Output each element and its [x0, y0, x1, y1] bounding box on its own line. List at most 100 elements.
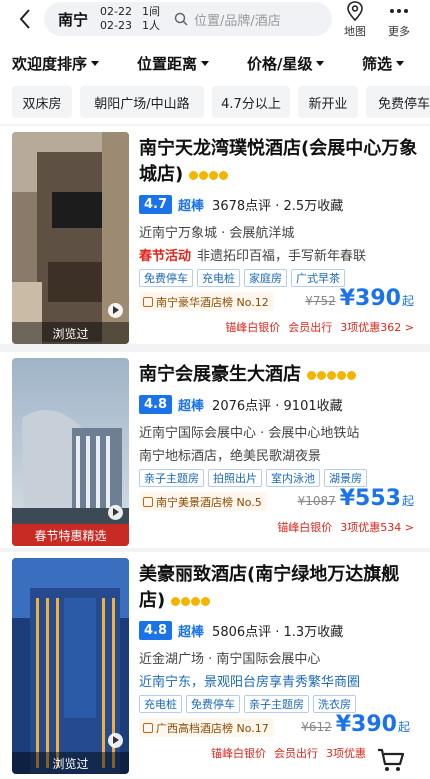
price-block[interactable]: ¥612 ¥390 起 — [301, 712, 410, 737]
rating-row: 4.8 超棒 5806点评 · 1.3万收藏 — [139, 620, 343, 640]
score-badge: 4.8 — [139, 394, 173, 414]
benefits-row[interactable]: 锚峰白银价 会员出行 3项优惠 — [203, 745, 366, 761]
benefit-item: 3项优惠362 > — [340, 321, 414, 334]
sort-distance-label: 位置距离 — [137, 55, 198, 73]
score-label: 超棒 — [178, 624, 205, 640]
tag: 亲子主题房 — [244, 695, 309, 713]
hotel-name: 南宁天龙湾璞悦酒店(会展中心万象城店) — [139, 136, 419, 188]
tag-list: 充电桩 免费停车 亲子主题房 洗衣房 — [139, 695, 360, 713]
star-rating-icon — [189, 162, 229, 188]
benefit-item: 会员出行 — [274, 747, 318, 760]
location-text: 近金湖广场 · 南宁国际会展中心 — [139, 652, 321, 667]
map-label: 地图 — [344, 25, 366, 38]
star-rating-icon — [171, 588, 211, 614]
benefits-row[interactable]: 锚峰白银价 3项优惠534 > — [269, 519, 414, 535]
price-block[interactable]: ¥1087 ¥553 起 — [298, 486, 414, 511]
chip-area[interactable]: 朝阳广场/中山路 — [80, 86, 204, 118]
price-suffix: 起 — [401, 494, 414, 508]
map-pin-icon — [347, 1, 363, 22]
search-icon — [174, 12, 188, 26]
score-label: 超棒 — [178, 198, 205, 214]
sort-filter-label: 筛选 — [362, 55, 393, 73]
hotel-card[interactable]: 浏览过 美豪丽致酒店(南宁绿地万达旗舰店) 4.8 超棒 5806点评 · 1.… — [0, 552, 430, 779]
review-count: 5806点评 · 1.3万收藏 — [212, 624, 344, 640]
tag: 广式早茶 — [291, 269, 345, 287]
rating-row: 4.8 超棒 2076点评 · 9101收藏 — [139, 394, 343, 414]
score-badge: 4.7 — [139, 194, 173, 214]
search-input[interactable]: 位置/品牌/酒店 — [194, 10, 281, 29]
tag: 洗衣房 — [313, 695, 356, 713]
rank-text: 南宁美景酒店榜 No.5 — [156, 495, 262, 509]
ranking-icon — [143, 496, 153, 507]
price-block[interactable]: ¥752 ¥390 起 — [305, 286, 414, 311]
hotel-name-text: 南宁天龙湾璞悦酒店(会展中心万象城店) — [139, 138, 418, 185]
price-suffix: 起 — [397, 720, 410, 734]
chip-twin-room[interactable]: 双床房 — [12, 86, 72, 118]
review-count: 2076点评 · 9101收藏 — [212, 398, 343, 414]
chip-free-parking[interactable]: 免费停车 — [366, 86, 430, 118]
sort-popularity[interactable]: 欢迎度排序 — [12, 53, 100, 74]
search-bar[interactable]: 南宁 02-22 02-23 1间 1人 位置/品牌/酒店 — [44, 2, 332, 36]
hotel-card[interactable]: 浏览过 南宁天龙湾璞悦酒店(会展中心万象城店) 4.7 超棒 3678点评 · … — [0, 126, 430, 344]
benefit-item: 会员出行 — [288, 321, 333, 334]
rating-row: 4.7 超棒 3678点评 · 2.5万收藏 — [139, 194, 343, 214]
original-price: ¥1087 — [297, 494, 336, 508]
current-price: ¥553 — [339, 486, 401, 511]
thumb-label: 春节特惠精选 — [12, 524, 129, 546]
benefits-row[interactable]: 锚峰白银价 会员出行 3项优惠362 > — [217, 319, 414, 335]
hotel-name-text: 南宁会展豪生大酒店 — [139, 364, 301, 385]
sort-bar: 欢迎度排序 位置距离 价格/星级 筛选 — [0, 44, 430, 82]
rank-badge[interactable]: 广西高档酒店榜 No.17 — [139, 718, 274, 737]
tag: 免费停车 — [139, 269, 193, 287]
chip-new-open[interactable]: 新开业 — [298, 86, 358, 118]
tag-list: 亲子主题房 拍照出片 室内泳池 湖景房 — [139, 469, 371, 487]
score-badge: 4.8 — [139, 620, 173, 640]
hotel-photo[interactable]: 春节特惠精选 — [12, 358, 129, 546]
hotel-photo[interactable]: 浏览过 — [12, 132, 129, 344]
hotel-name: 南宁会展豪生大酒店 — [139, 362, 419, 388]
city-selector[interactable]: 南宁 — [58, 9, 88, 30]
video-play-icon — [108, 303, 123, 318]
tag: 免费停车 — [186, 695, 240, 713]
tag: 家庭房 — [244, 269, 287, 287]
top-bar: 南宁 02-22 02-23 1间 1人 位置/品牌/酒店 地图 更多 — [0, 0, 430, 44]
back-arrow-icon[interactable] — [14, 7, 38, 31]
chip-rating[interactable]: 4.7分以上 — [212, 86, 290, 118]
thumb-label: 浏览过 — [12, 752, 129, 774]
sort-price-star[interactable]: 价格/星级 — [247, 53, 325, 74]
guest-count: 1人 — [141, 19, 160, 32]
rank-badge[interactable]: 南宁豪华酒店榜 No.12 — [139, 292, 274, 311]
more-button[interactable]: 更多 — [384, 0, 414, 40]
ranking-icon — [143, 296, 153, 307]
room-guest-selector[interactable]: 1间 1人 — [142, 5, 160, 33]
rank-badge[interactable]: 南宁美景酒店榜 No.5 — [139, 492, 267, 511]
sort-popularity-label: 欢迎度排序 — [12, 55, 88, 73]
sort-distance[interactable]: 位置距离 — [137, 53, 210, 74]
checkout-date: 02-23 — [100, 19, 132, 32]
rank-text: 广西高档酒店榜 No.17 — [156, 721, 269, 735]
benefit-item: 锚峰白银价 — [277, 521, 333, 534]
location-text: 近南宁万象城 · 会展航洋城 — [139, 226, 295, 241]
hotel-card[interactable]: 春节特惠精选 南宁会展豪生大酒店 4.8 超棒 2076点评 · 9101收藏 … — [0, 352, 430, 548]
original-price: ¥752 — [305, 294, 336, 308]
promo-row: 近南宁东，景观阳台房享青秀繁华商圈 — [139, 671, 360, 690]
more-label: 更多 — [388, 25, 410, 38]
sort-filter[interactable]: 筛选 — [362, 53, 405, 74]
promo-text: 近南宁东，景观阳台房享青秀繁华商圈 — [139, 675, 361, 690]
promo-label: 春节活动 — [139, 249, 192, 264]
benefit-item: 锚峰白银价 — [211, 747, 266, 760]
rank-text: 南宁豪华酒店榜 No.12 — [156, 295, 269, 309]
hotel-photo[interactable]: 浏览过 — [12, 558, 129, 774]
caret-down-icon — [396, 61, 405, 66]
promo-text: 南宁地标酒店，绝美民歌湖夜景 — [139, 449, 322, 464]
shopping-cart-icon[interactable] — [372, 740, 408, 776]
benefit-item: 3项优惠 — [326, 747, 366, 760]
current-price: ¥390 — [339, 286, 401, 311]
hotel-name: 美豪丽致酒店(南宁绿地万达旗舰店) — [139, 562, 419, 614]
review-count: 3678点评 · 2.5万收藏 — [212, 198, 344, 214]
price-suffix: 起 — [401, 294, 414, 308]
quick-filter-bar: 双床房 朝阳广场/中山路 4.7分以上 新开业 免费停车 — [0, 82, 430, 124]
star-rating-icon — [307, 362, 357, 388]
map-button[interactable]: 地图 — [339, 0, 371, 40]
date-selector[interactable]: 02-22 02-23 — [100, 5, 132, 33]
